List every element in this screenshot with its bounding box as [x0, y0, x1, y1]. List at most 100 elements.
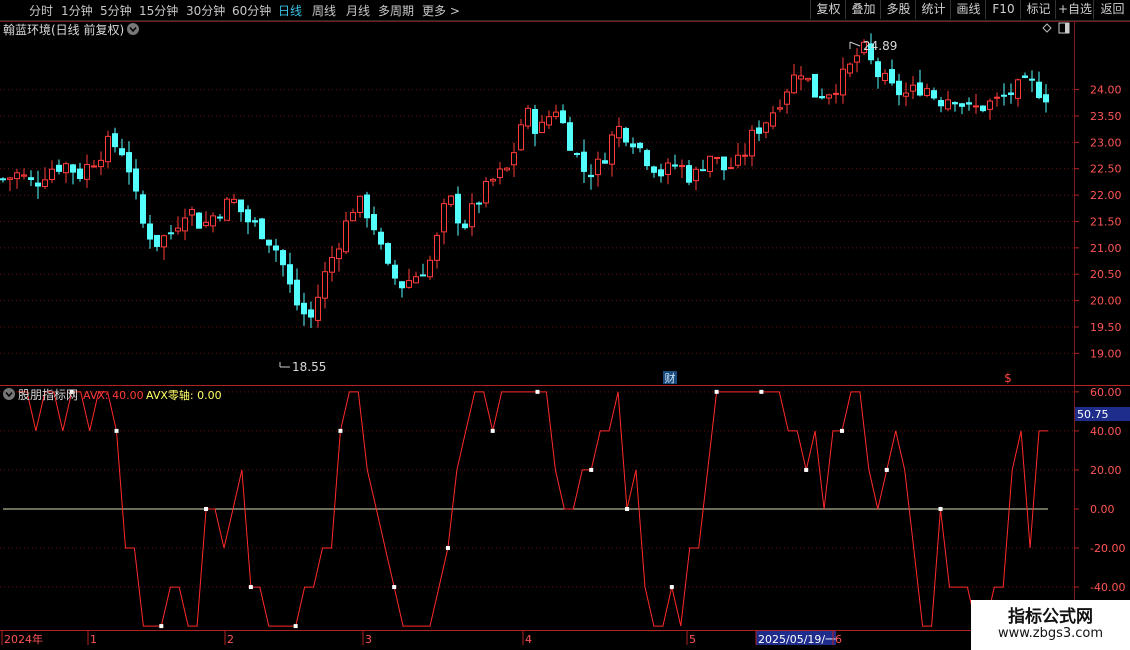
avx-marker [714, 389, 719, 394]
candle [882, 69, 888, 85]
candle [546, 110, 552, 130]
avx-marker [535, 389, 540, 394]
low-price-annotation: 18.55 [279, 360, 326, 374]
high-price-label: 24.89 [863, 39, 897, 53]
indicator-tick-label: 20.00 [1090, 464, 1122, 477]
candle [1015, 78, 1021, 107]
avx-marker [159, 624, 164, 629]
avx-marker [204, 506, 209, 511]
panel-maximize-icon[interactable] [1058, 22, 1070, 34]
candle [847, 62, 853, 78]
candle [784, 88, 790, 114]
candle [336, 242, 342, 272]
candle [525, 105, 531, 130]
avx-marker [759, 389, 764, 394]
candle [889, 59, 895, 86]
candle [959, 102, 965, 115]
avx-marker [589, 467, 594, 472]
candle [966, 97, 972, 111]
candle [1036, 71, 1042, 100]
candle [315, 284, 321, 328]
candle [238, 199, 244, 222]
candle [980, 105, 986, 113]
candle [287, 252, 293, 293]
indicator-dropdown-icon[interactable] [3, 388, 15, 400]
price-tick-label: 22.00 [1090, 189, 1122, 202]
diamond-icon[interactable] [1042, 23, 1052, 33]
title-dropdown-icon[interactable] [127, 23, 139, 35]
candle [112, 127, 118, 153]
candle [875, 57, 881, 89]
indicator-tick-label: -40.00 [1090, 581, 1125, 594]
avx-marker [938, 506, 943, 511]
dividend-marker[interactable]: $ [1004, 371, 1012, 385]
time-label: 5 [689, 633, 696, 646]
candle [833, 84, 839, 104]
candle [84, 154, 90, 188]
candle [147, 214, 153, 249]
candle [1029, 70, 1035, 93]
price-tick-label: 23.50 [1090, 110, 1122, 123]
candle [392, 259, 398, 285]
candle [994, 92, 1000, 107]
candle [105, 130, 111, 169]
finance-marker[interactable]: 财 [663, 371, 677, 385]
current-value-text: 50.75 [1077, 408, 1109, 421]
price-tick-label: 20.00 [1090, 295, 1122, 308]
price-tick-label: 23.00 [1090, 136, 1122, 149]
candle [812, 73, 818, 98]
candle [896, 73, 902, 106]
candle [490, 177, 496, 187]
candle [630, 137, 636, 154]
avx-zero-label: AVX零轴: 0.00 [146, 388, 222, 402]
candle [413, 271, 419, 284]
candle [343, 212, 349, 254]
time-axis: 2024年 1 2 3 4 5 2025/05/19/一6 [0, 630, 1130, 646]
candle [903, 82, 909, 107]
candlestick-series [0, 33, 1049, 328]
candle [623, 126, 629, 147]
candle [434, 232, 440, 269]
candle [1022, 72, 1028, 79]
candle [273, 238, 279, 262]
price-tick-label: 21.00 [1090, 242, 1122, 255]
avx-marker [804, 467, 809, 472]
indicator-name[interactable]: 股朋指标网 [18, 387, 78, 402]
time-label: 2025/05/19/一 [758, 633, 836, 646]
candle [924, 83, 930, 98]
current-value-badge: 50.75 [1075, 407, 1130, 421]
candle [245, 205, 251, 235]
candle [280, 249, 286, 277]
candle [63, 161, 69, 183]
candle [798, 66, 804, 91]
candle [42, 167, 48, 189]
avx-marker [338, 428, 343, 433]
candle [609, 131, 615, 177]
low-price-label: 18.55 [292, 360, 326, 374]
candle [742, 143, 748, 166]
candle [329, 245, 335, 282]
candle [574, 152, 580, 158]
candle [826, 93, 832, 105]
main-panel: 19.00 19.50 20.00 20.50 21.00 21.50 22.00 22.50… [0, 21, 1130, 385]
candle [399, 280, 405, 298]
price-axis: 19.00 19.50 20.00 20.50 21.00 21.50 22.00 22.50… [1074, 84, 1122, 360]
candle [728, 157, 734, 170]
candle [175, 216, 181, 235]
candle [917, 69, 923, 97]
indicator-gridlines [0, 391, 1074, 588]
candle [448, 194, 454, 208]
candle [791, 63, 797, 95]
time-label: 2 [227, 633, 234, 646]
candle [217, 214, 223, 222]
candle [693, 166, 699, 191]
candle [266, 239, 272, 253]
candle [133, 159, 139, 200]
candle [910, 76, 916, 99]
candle [322, 261, 328, 309]
candle [77, 162, 83, 182]
candle [14, 169, 20, 189]
candle [497, 162, 503, 185]
candle [182, 208, 188, 241]
candle [483, 177, 489, 208]
